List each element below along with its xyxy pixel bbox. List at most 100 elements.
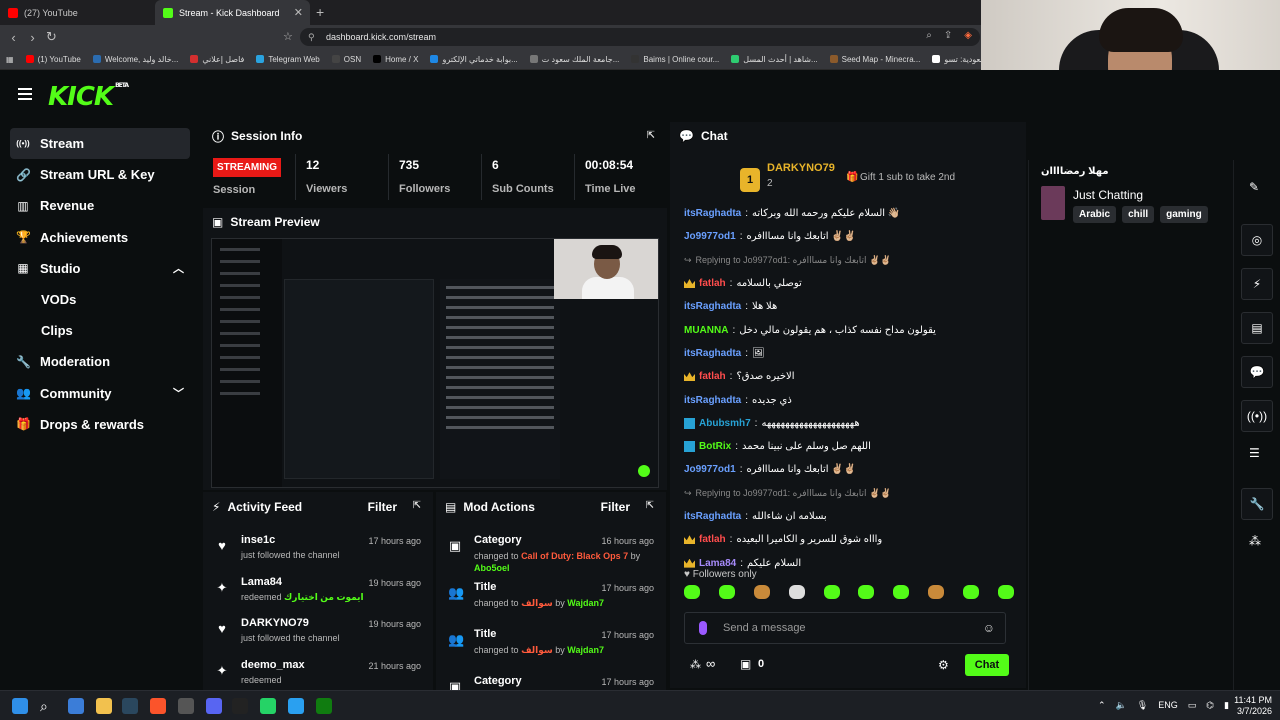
sidebar-item-achievements[interactable]: 🏆 Achievements [10, 222, 190, 253]
bookmark-item[interactable]: Seed Map - Minecra... [829, 55, 920, 64]
bookmark-item[interactable]: Home / X [373, 55, 418, 64]
popout-icon[interactable]: ⇱ [646, 500, 654, 511]
emote-icon[interactable] [753, 585, 770, 599]
share-icon[interactable]: ⇪ [944, 30, 952, 41]
chat-username[interactable]: itsRaghadta [684, 395, 741, 406]
stream-preview-video[interactable] [211, 238, 659, 488]
bookmark-item[interactable]: OSN [331, 55, 361, 64]
whatsapp-icon[interactable] [260, 698, 276, 714]
category-thumbnail[interactable] [1041, 186, 1065, 220]
emote-icon[interactable] [788, 585, 805, 599]
sidebar-item-stream[interactable]: ((•)) Stream [10, 128, 190, 160]
back-icon[interactable]: ‹ [4, 30, 23, 45]
site-info-icon[interactable]: ⚲ [308, 32, 315, 43]
url-field[interactable]: ⚲ dashboard.kick.com/stream ⌕ ⇪ ◈ [300, 28, 980, 46]
popout-icon[interactable]: ⇱ [647, 130, 655, 141]
bookmark-item[interactable]: شاهد | أحدث المسل... [731, 55, 818, 64]
chat-username[interactable]: itsRaghadta [684, 348, 741, 359]
chat-username[interactable]: fatlah [699, 371, 726, 382]
zoom-icon[interactable]: ⌕ [926, 30, 932, 41]
mod-action-user[interactable]: Abo5oel [474, 563, 510, 573]
sidebar-item-drops-rewards[interactable]: 🎁 Drops & rewards [10, 409, 190, 440]
lightning-button[interactable]: ⚡ [1241, 268, 1273, 300]
community-icon[interactable]: ⁂ [690, 658, 701, 671]
chat-username[interactable]: Lama84 [699, 558, 736, 569]
steam-icon[interactable] [122, 698, 138, 714]
xbox-icon[interactable] [316, 698, 332, 714]
kick-logo[interactable]: KICK BETA [48, 82, 129, 112]
emote-icon[interactable] [718, 585, 735, 599]
stream-tag[interactable]: Arabic [1073, 206, 1117, 223]
broadcast-button[interactable]: ((•)) [1241, 400, 1273, 432]
top-gifter-name[interactable]: DARKYNO79 [767, 162, 835, 174]
wrench-button[interactable]: 🔧 [1241, 488, 1273, 520]
emoji-icon[interactable]: ☺ [983, 621, 995, 635]
chat-button[interactable]: 💬 [1241, 356, 1273, 388]
chevron-up-icon[interactable]: ⌃ [1098, 700, 1106, 711]
emote-icon[interactable] [684, 585, 700, 599]
mod-action-user[interactable]: Wajdan7 [567, 645, 604, 655]
forward-icon[interactable]: › [23, 30, 42, 45]
photoshop-icon[interactable] [288, 698, 304, 714]
sidebar-item-community[interactable]: 👥 Community ﹀ [10, 378, 190, 409]
activity-username[interactable]: inse1c [241, 534, 275, 546]
brave-icon[interactable] [150, 698, 166, 714]
popout-icon[interactable]: ⇱ [413, 500, 421, 511]
settings-icon[interactable]: ⚙ [938, 658, 949, 672]
activity-username[interactable]: DARKYNO79 [241, 617, 309, 629]
chat-username[interactable]: itsRaghadta [684, 511, 741, 522]
stream-tag[interactable]: gaming [1160, 206, 1208, 223]
tab-youtube[interactable]: (27) YouTube [0, 0, 155, 25]
gift-sub-text[interactable]: Gift 1 sub to take 2nd [860, 172, 955, 183]
new-tab-button[interactable]: + [316, 4, 324, 20]
emote-icon[interactable] [858, 585, 875, 599]
reload-icon[interactable]: ↻ [42, 29, 61, 45]
emote-icon[interactable] [823, 585, 840, 599]
chat-username[interactable]: Abubsmh7 [699, 418, 751, 429]
sidebar-item-moderation[interactable]: 🔧 Moderation [10, 346, 190, 377]
volume-icon[interactable]: 🔈 [1116, 700, 1127, 711]
mic-tray-icon[interactable]: 🎙 [1137, 700, 1148, 711]
sidebar-item-vods[interactable]: VODs [10, 284, 190, 315]
chat-input[interactable]: Send a message ☺ [684, 612, 1006, 644]
edit-icon[interactable]: ✎ [1249, 180, 1259, 194]
gift-box-icon[interactable]: ▣ [740, 657, 751, 671]
filter-button[interactable]: Filter [368, 500, 397, 514]
chat-username[interactable]: MUANNA [684, 325, 728, 336]
clock[interactable]: 11:41 PM 3/7/2026 [1234, 695, 1272, 717]
activity-username[interactable]: Lama84 [241, 576, 282, 588]
display-icon[interactable]: ▭ [1188, 700, 1197, 711]
stream-tag[interactable]: chill [1122, 206, 1155, 223]
sidebar-item-clips[interactable]: Clips [10, 315, 190, 346]
close-tab-icon[interactable]: ✕ [294, 6, 303, 19]
mic-icon[interactable] [699, 621, 707, 635]
chat-username[interactable]: BotRix [699, 441, 731, 452]
windows-start-icon[interactable] [12, 698, 28, 714]
emote-icon[interactable] [893, 585, 910, 599]
chat-username[interactable]: itsRaghadta [684, 208, 741, 219]
discord-icon[interactable] [206, 698, 222, 714]
layout-icon[interactable]: ☰ [1249, 446, 1260, 460]
bookmark-item[interactable]: فاصل إعلاني [190, 55, 244, 64]
category-name[interactable]: Just Chatting [1073, 188, 1143, 202]
network-icon[interactable]: ⌬ [1206, 700, 1214, 711]
chat-username[interactable]: itsRaghadta [684, 301, 741, 312]
emote-icon[interactable] [928, 585, 945, 599]
chevron-down-icon[interactable]: ﹀ [173, 385, 184, 401]
mod-action-user[interactable]: Wajdan7 [567, 598, 604, 608]
tab-kick-dashboard[interactable]: Stream - Kick Dashboard ✕ [155, 0, 310, 25]
chat-send-button[interactable]: Chat [965, 654, 1009, 676]
emote-icon[interactable] [963, 585, 979, 599]
bookmark-item[interactable]: جامعة الملك سعود ت... [529, 55, 619, 64]
bookmark-item[interactable]: Baims | Online cour... [631, 55, 719, 64]
extension-icon[interactable]: ◈ [964, 30, 972, 41]
photos-icon[interactable] [68, 698, 84, 714]
notes-button[interactable]: ▤ [1241, 312, 1273, 344]
bookmark-item[interactable]: (1) YouTube [25, 55, 81, 64]
camera-button[interactable]: ◎ [1241, 224, 1273, 256]
sidebar-item-stream-url-key[interactable]: 🔗 Stream URL & Key [10, 159, 190, 190]
bookmark-item[interactable]: Telegram Web [256, 55, 320, 64]
menu-icon[interactable] [18, 88, 32, 100]
settings-app-icon[interactable] [178, 698, 194, 714]
chat-username[interactable]: Jo9977od1 [684, 464, 736, 475]
